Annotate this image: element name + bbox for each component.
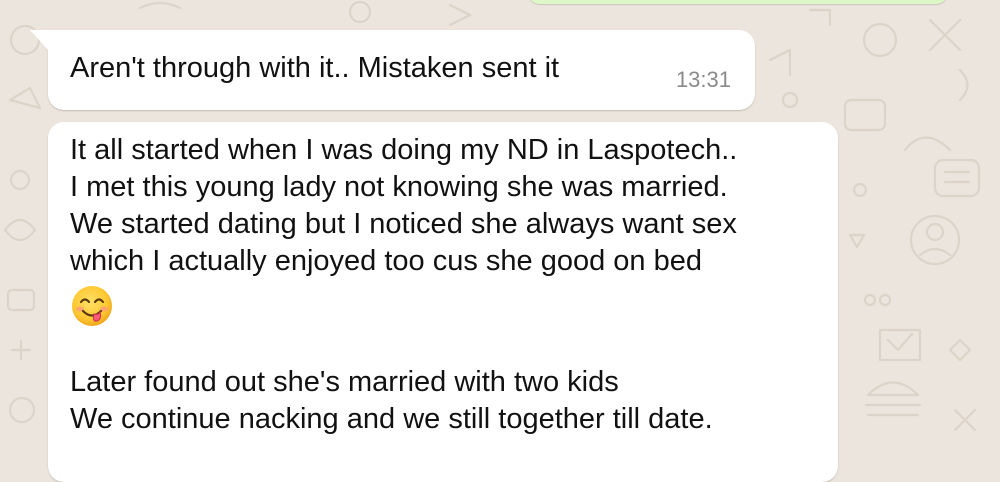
message-text: Aren't through with it.. Mistaken sent i…	[70, 52, 560, 84]
message-line: We started dating but I noticed she alwa…	[70, 208, 737, 240]
message-line: Later found out she's married with two k…	[70, 366, 619, 398]
message-timestamp: 13:31	[675, 67, 731, 92]
message-line: We continue nacking and we still togethe…	[70, 403, 713, 435]
message-body: It all started when I was doing my ND in…	[70, 132, 830, 438]
incoming-message-bubble[interactable]: Aren't through with it.. Mistaken sent i…	[30, 30, 755, 110]
message-line: which I actually enjoyed too cus she goo…	[70, 245, 702, 277]
emoji-line	[70, 280, 830, 338]
bubble-tail	[30, 30, 50, 52]
message-line: I met this young lady not knowing she wa…	[70, 171, 728, 203]
outgoing-message-bubble-edge	[528, 0, 948, 4]
message-line: It all started when I was doing my ND in…	[70, 134, 738, 166]
incoming-message-bubble[interactable]: It all started when I was doing my ND in…	[48, 122, 838, 482]
smiling-face-with-tongue-emoji	[72, 286, 112, 326]
